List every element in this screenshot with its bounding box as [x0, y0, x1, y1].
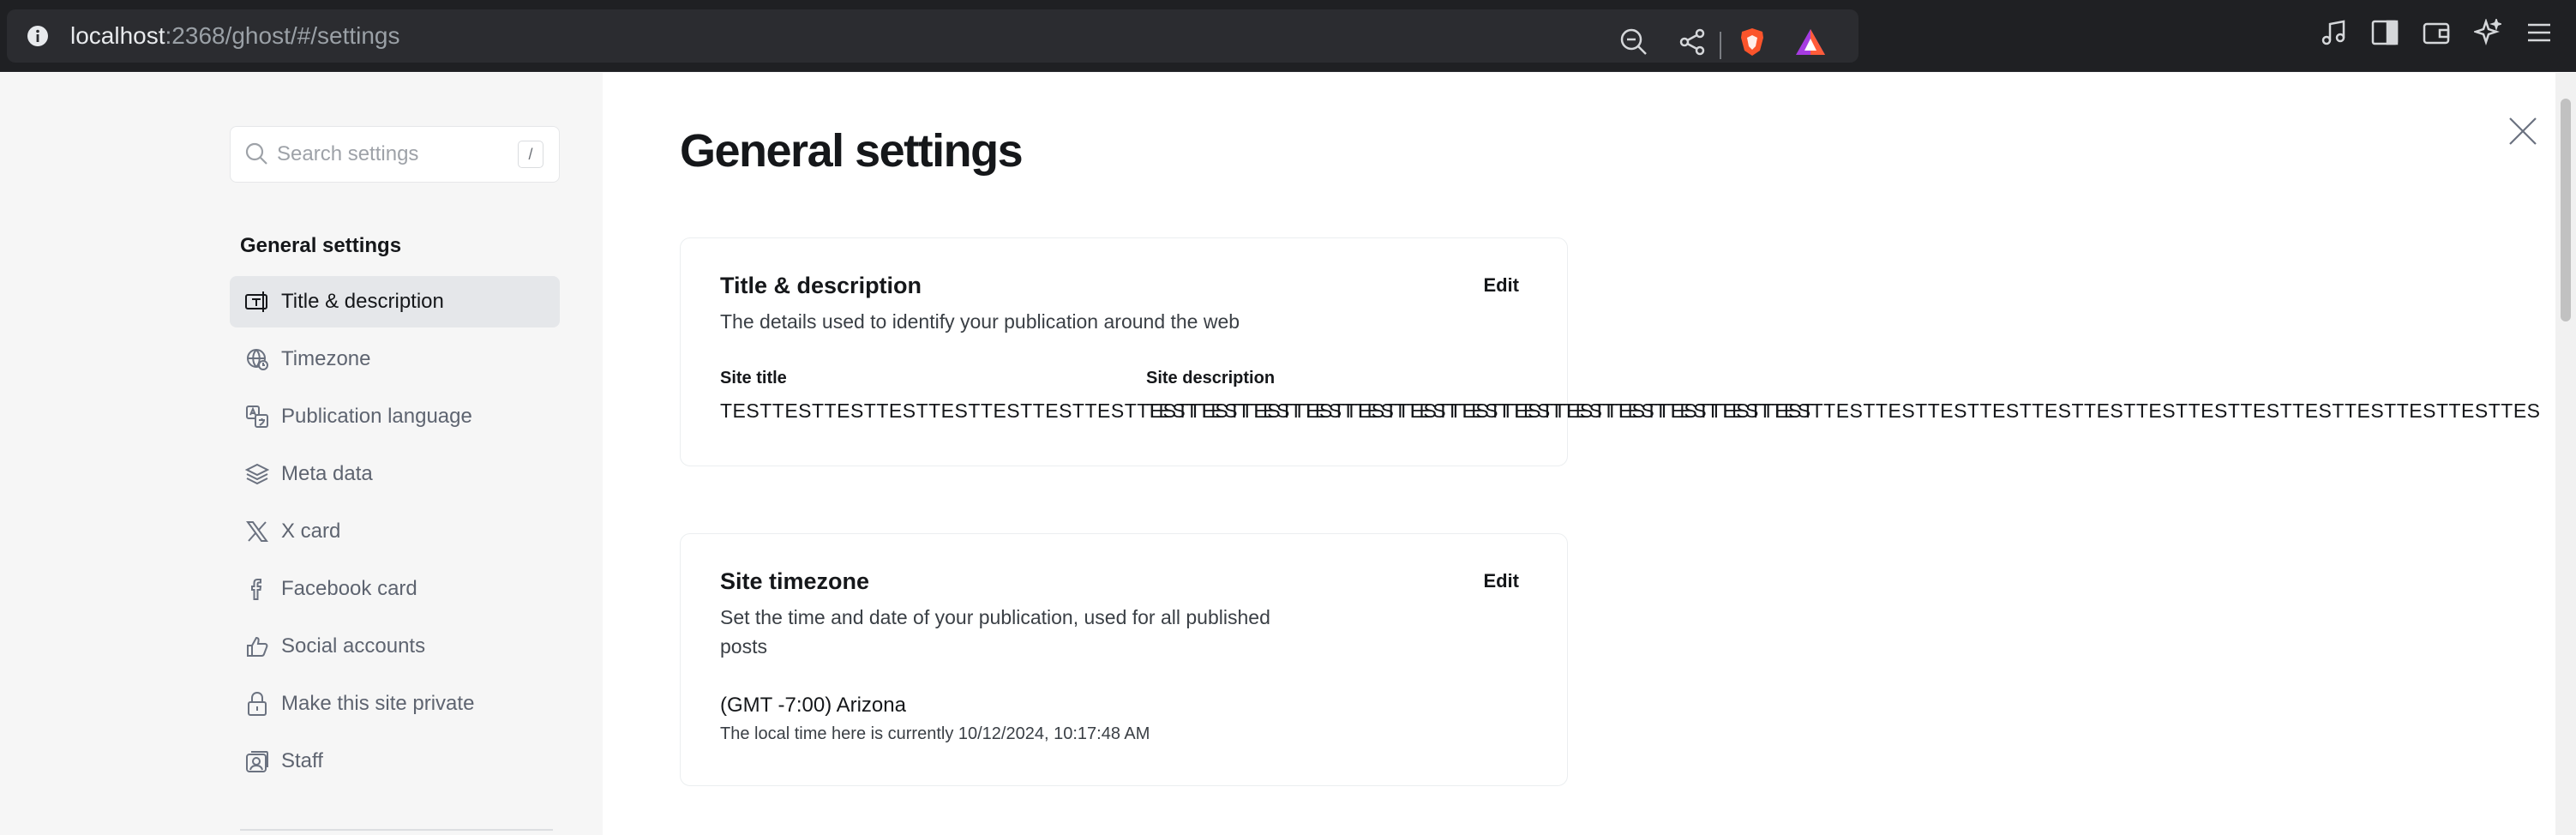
leo-ai-icon[interactable] — [2471, 15, 2505, 50]
zoom-out-icon[interactable] — [1617, 25, 1651, 59]
timezone-icon — [243, 345, 271, 373]
site-title-label: Site title — [720, 369, 787, 387]
card-description: Set the time and date of your publicatio… — [720, 606, 1270, 658]
close-button[interactable] — [2504, 112, 2542, 150]
title-description-card: Title & description The details used to … — [680, 237, 2540, 466]
menu-icon[interactable] — [2522, 15, 2556, 50]
browser-toolbar: localhost:2368/ghost/#/settings — [0, 0, 2576, 72]
scrollbar-thumb[interactable] — [2561, 99, 2571, 321]
url-text[interactable]: localhost:2368/ghost/#/settings — [70, 21, 400, 51]
staff-icon — [243, 748, 271, 775]
search-icon — [244, 141, 270, 167]
layers-icon — [243, 460, 271, 488]
card-title: Title & description — [720, 273, 922, 298]
card-title: Site timezone — [720, 568, 870, 594]
search-settings-input[interactable]: Search settings / — [230, 126, 560, 183]
sidebar-item-label: Timezone — [281, 347, 371, 370]
sidebar-divider — [240, 829, 553, 831]
x-icon — [243, 518, 271, 545]
settings-main: General settings Title & description The… — [603, 73, 2555, 835]
site-description-value: TESTTESTTESTTESTTESTTESTTESTTESTTESTTEST… — [1146, 399, 2541, 422]
page-title: General settings — [680, 125, 1024, 177]
sidebar-item-meta-data[interactable]: Meta data — [230, 448, 560, 500]
sidebar-item-facebook-card[interactable]: Facebook card — [230, 563, 560, 615]
sidebar-icon[interactable] — [2368, 15, 2402, 50]
local-time-text: The local time here is currently 10/12/2… — [720, 724, 1150, 743]
thumbs-up-icon — [243, 633, 271, 660]
share-icon[interactable] — [1675, 25, 1709, 59]
lock-icon — [243, 690, 271, 718]
facebook-icon — [243, 575, 271, 603]
address-bar[interactable]: localhost:2368/ghost/#/settings — [7, 9, 1858, 63]
info-icon[interactable] — [26, 24, 50, 48]
title-description-icon — [243, 288, 271, 315]
site-timezone-card: Site timezone Set the time and date of y… — [680, 533, 1568, 786]
timezone-value: (GMT -7:00) Arizona — [720, 694, 906, 717]
edit-button[interactable]: Edit — [1483, 570, 1519, 592]
sidebar-item-label: Social accounts — [281, 634, 426, 658]
wallet-icon[interactable] — [2419, 15, 2453, 50]
nav-heading-general-settings: General settings — [240, 234, 402, 257]
media-icon[interactable] — [2316, 15, 2351, 50]
sidebar-item-label: Meta data — [281, 462, 373, 485]
toolbar-divider — [1720, 32, 1721, 59]
language-icon — [243, 403, 271, 430]
sidebar-item-label: X card — [281, 520, 341, 543]
search-placeholder: Search settings — [277, 142, 419, 165]
sidebar-item-x-card[interactable]: X card — [230, 506, 560, 557]
sidebar-item-label: Make this site private — [281, 692, 475, 715]
sidebar-item-label: Facebook card — [281, 577, 417, 600]
card-description: The details used to identify your public… — [720, 310, 1240, 333]
sidebar-item-label: Publication language — [281, 405, 472, 428]
sidebar-item-timezone[interactable]: Timezone — [230, 333, 560, 385]
search-shortcut-key: / — [518, 141, 543, 168]
sidebar-item-label: Staff — [281, 749, 323, 772]
page-scrollbar[interactable] — [2555, 73, 2576, 835]
brave-shield-icon[interactable] — [1735, 25, 1769, 59]
sidebar-item-label: Title & description — [281, 290, 444, 313]
sidebar-item-title-description[interactable]: Title & description — [230, 276, 560, 327]
sidebar-item-social-accounts[interactable]: Social accounts — [230, 621, 560, 672]
sidebar-item-staff[interactable]: Staff — [230, 736, 560, 787]
settings-sidebar: Search settings / General settings Title… — [0, 73, 603, 835]
brave-rewards-icon[interactable] — [1793, 25, 1828, 59]
site-description-label: Site description — [1146, 369, 1276, 387]
close-icon — [2509, 117, 2537, 145]
edit-button[interactable]: Edit — [1483, 274, 1519, 297]
sidebar-item-publication-language[interactable]: Publication language — [230, 391, 560, 442]
sidebar-item-make-site-private[interactable]: Make this site private — [230, 678, 560, 730]
